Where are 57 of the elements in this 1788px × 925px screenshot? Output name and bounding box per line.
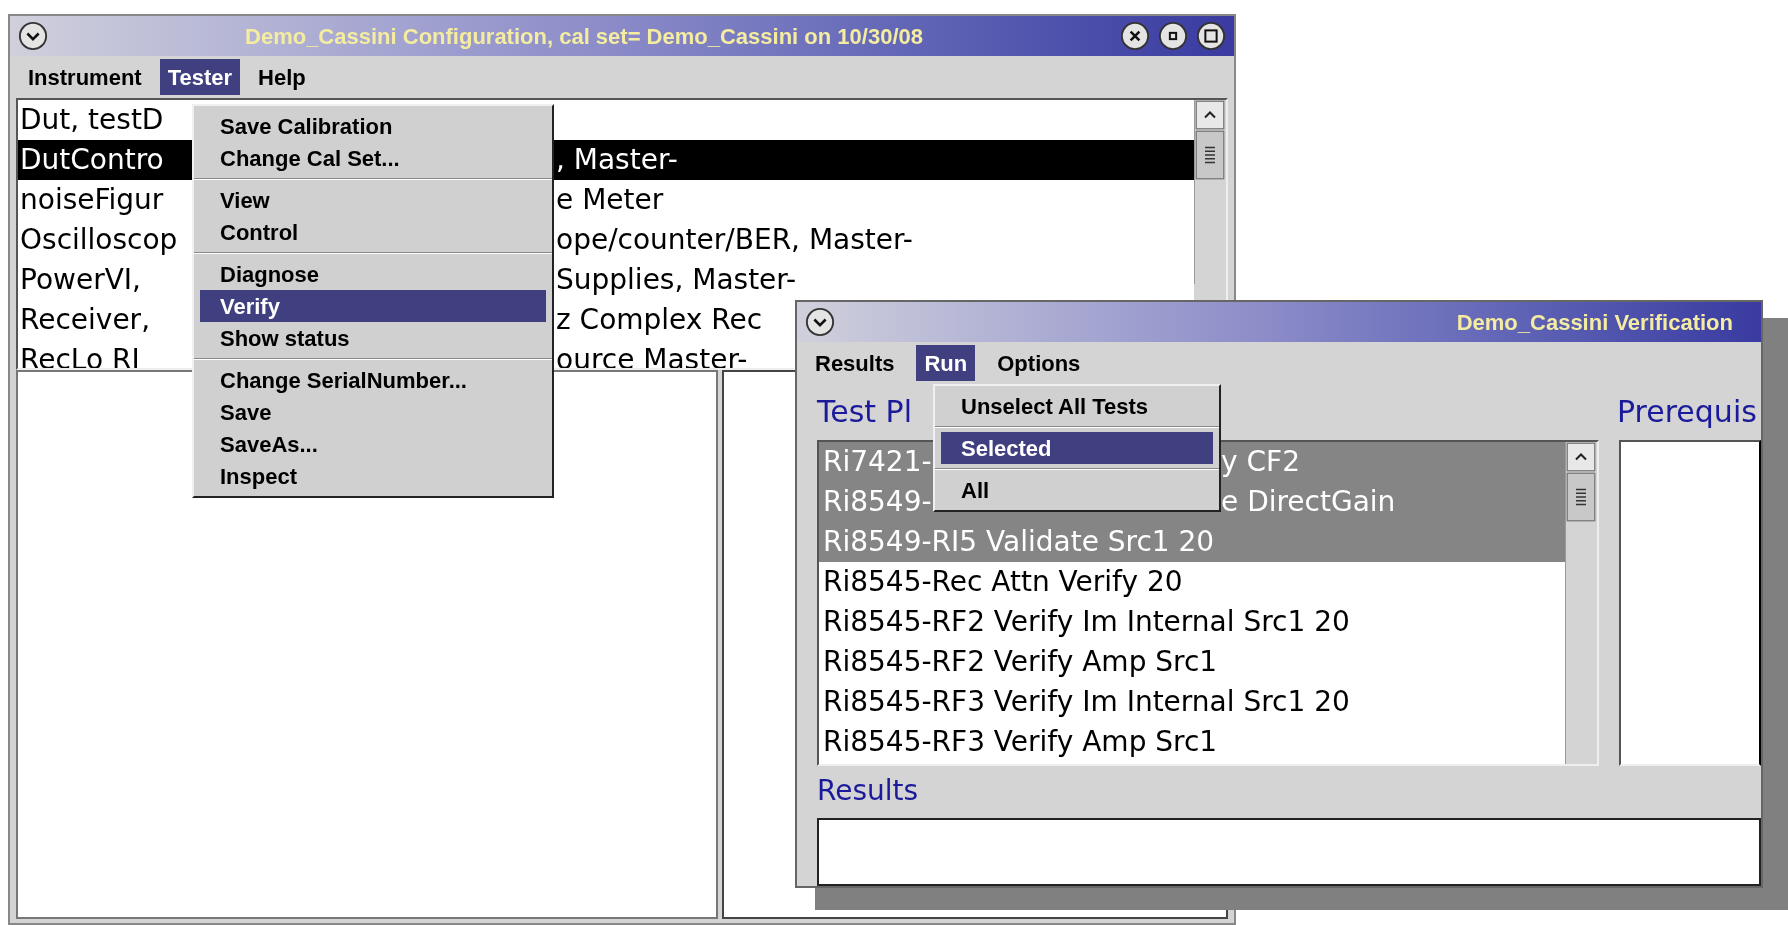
menu-item[interactable]: Run <box>916 345 976 381</box>
menu-item[interactable]: Change Cal Set... <box>200 142 546 174</box>
window-title: Demo_Cassini Verification <box>1455 308 1734 337</box>
list-cell-text: y CF2 <box>1221 444 1300 480</box>
scroll-up-icon[interactable] <box>1195 100 1225 130</box>
menu-item[interactable]: Show status <box>200 322 546 354</box>
scroll-up-icon[interactable] <box>1566 442 1596 472</box>
menu-item[interactable]: Results <box>807 345 903 381</box>
list-cell: Ri8545-RF3 Verify Im Internal Src1 20 <box>823 685 1350 718</box>
menu-item[interactable]: Diagnose <box>200 258 546 290</box>
section-label: Prerequis <box>1617 393 1758 431</box>
list-cell-text: Oscilloscop <box>19 222 179 258</box>
list-cell: Ri8549-RI5 Validate Src1 20 <box>823 525 1215 558</box>
window-menu-icon[interactable] <box>805 307 835 337</box>
list-cell-text: PowerVI, <box>19 262 142 298</box>
menu-item[interactable]: Tester <box>159 59 241 95</box>
menu-item[interactable]: Options <box>989 345 1089 381</box>
menu-item[interactable]: View <box>200 184 546 216</box>
menu-item[interactable]: SaveAs... <box>200 428 546 460</box>
menu-item[interactable]: All <box>941 474 1213 506</box>
menu-item[interactable]: Help <box>250 59 314 95</box>
menu-item[interactable]: Selected <box>941 432 1213 464</box>
close-icon[interactable] <box>1120 21 1150 51</box>
list-cell: Ri8545-Rec Attn Verify 20 <box>823 565 1183 598</box>
scroll-thumb[interactable] <box>1195 130 1225 180</box>
menu-item[interactable]: Change SerialNumber... <box>200 364 546 396</box>
list-cell-text: , Master- <box>556 142 678 178</box>
list-cell-text: e DirectGain <box>1221 484 1396 520</box>
list-cell: Ri8545-RF3 Verify Amp Src1 <box>823 725 1218 758</box>
list-cell-text: DutContro <box>19 142 165 178</box>
menu-item[interactable]: Unselect All Tests <box>941 390 1213 422</box>
list-cell: Ri8545-RF2 Verify Im Internal Src1 20 <box>823 605 1350 638</box>
scroll-thumb[interactable] <box>1566 472 1596 522</box>
minimize-icon[interactable] <box>1158 21 1188 51</box>
list-cell-text: Dut, testD <box>19 102 165 138</box>
menu-item[interactable]: Verify <box>200 290 546 322</box>
scrollbar[interactable] <box>1565 442 1597 764</box>
list-cell-text: noiseFigur <box>19 182 165 218</box>
list-cell: Ri8549- <box>823 485 932 518</box>
scrollbar[interactable] <box>1194 100 1226 284</box>
window-menu-icon[interactable] <box>18 21 48 51</box>
menu-item[interactable]: Save <box>200 396 546 428</box>
list-cell-text: Receiver, <box>19 302 152 338</box>
list-cell: Ri7421- <box>823 445 932 478</box>
list-cell: Ri8545-RF2 Verify Amp Src1 <box>823 645 1218 678</box>
section-label: Test Pl <box>817 393 913 431</box>
list-cell-text: Supplies, Master- <box>556 262 797 298</box>
menu-item[interactable]: Instrument <box>20 59 150 95</box>
list-cell-text: ope/counter/BER, Master- <box>556 222 913 258</box>
maximize-icon[interactable] <box>1196 21 1226 51</box>
menu-item[interactable]: Save Calibration <box>200 110 546 142</box>
window-title: Demo_Cassini Configuration, cal set= Demo_Cassini on 10/30/08 <box>244 22 924 51</box>
menu-item[interactable]: Control <box>200 216 546 248</box>
list-cell-text: z Complex Rec <box>556 302 763 338</box>
section-label: Results <box>816 773 920 809</box>
list-cell-text: e Meter <box>556 182 664 218</box>
menu-item[interactable]: Inspect <box>200 460 546 492</box>
